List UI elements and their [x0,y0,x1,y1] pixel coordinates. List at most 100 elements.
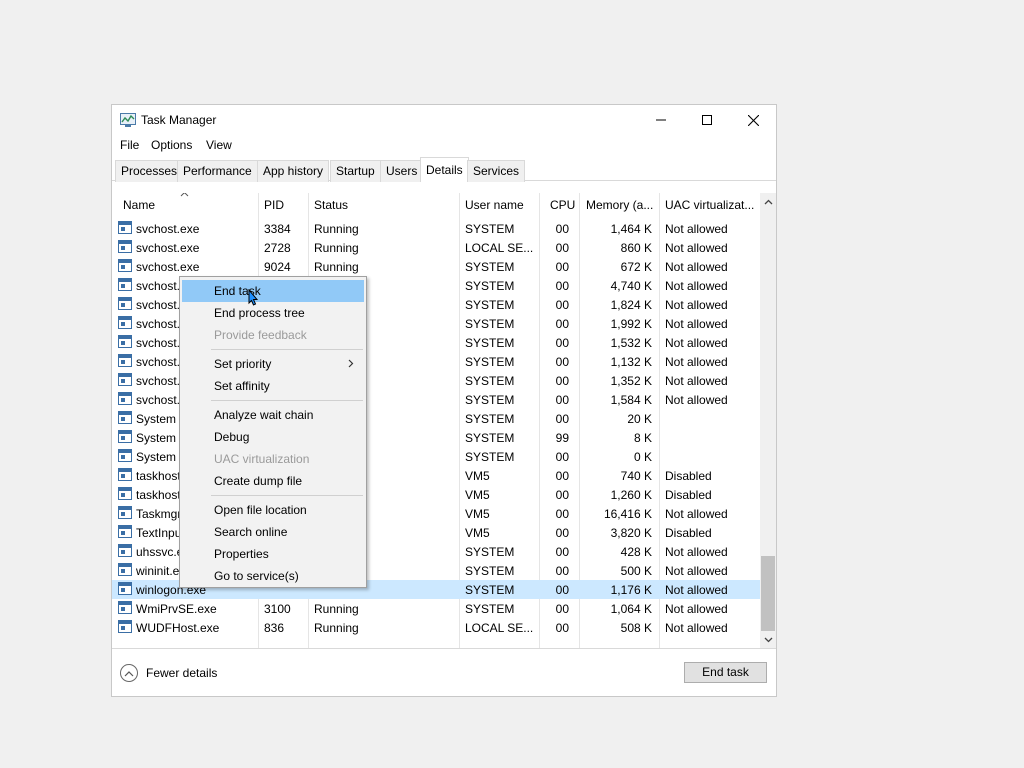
cell-memory: 1,464 K [610,222,652,236]
end-task-button[interactable]: End task [684,662,767,683]
cell-uac: Not allowed [665,317,728,331]
cell-user-name: SYSTEM [465,412,515,426]
scroll-down-button[interactable] [760,631,776,648]
mouse-cursor-icon [248,289,259,306]
ctx-go-to-services[interactable]: Go to service(s) [182,565,364,587]
column-header-memory[interactable]: Memory (a... [586,198,656,212]
cell-user-name: SYSTEM [465,355,515,369]
menu-file[interactable]: File [120,138,139,152]
cell-uac: Not allowed [665,241,728,255]
process-icon [118,335,132,348]
cell-pid: 2728 [264,241,291,255]
cell-memory: 1,824 K [610,298,652,312]
ctx-debug[interactable]: Debug [182,426,364,448]
table-row[interactable]: WmiPrvSE.exe 3100 Running SYSTEM 00 1,064 K No… [112,599,760,618]
cell-cpu: 00 [555,469,569,483]
chevron-up-icon [764,199,772,204]
cell-memory: 1,260 K [610,488,652,502]
ctx-open-file-location[interactable]: Open file location [182,499,364,521]
cell-cpu: 00 [555,450,569,464]
ctx-set-priority[interactable]: Set priority [182,353,364,375]
column-header-cpu[interactable]: CPU [550,198,575,212]
cell-cpu: 00 [555,412,569,426]
table-row[interactable]: svchost.exe 9024 Running SYSTEM 00 672 K Not a… [112,257,760,276]
column-header-pid[interactable]: PID [264,198,284,212]
scroll-up-button[interactable] [760,193,776,210]
cell-memory: 0 K [633,450,652,464]
cell-user-name: SYSTEM [465,431,515,445]
cell-memory: 4,740 K [610,279,652,293]
ctx-end-process-tree[interactable]: End process tree [182,302,364,324]
ctx-provide-feedback: Provide feedback [214,328,307,342]
maximize-button[interactable] [684,105,730,135]
cell-cpu: 00 [555,317,569,331]
cell-cpu: 00 [555,393,569,407]
tab-users[interactable]: Users [380,160,424,182]
menu-view[interactable]: View [206,138,232,152]
process-icon [118,563,132,576]
cell-name: WmiPrvSE.exe [136,602,217,616]
cell-cpu: 00 [555,260,569,274]
cell-user-name: SYSTEM [465,279,515,293]
tab-services[interactable]: Services [467,160,526,182]
tab-startup[interactable]: Startup [330,160,381,182]
cell-memory: 1,132 K [610,355,652,369]
cell-cpu: 00 [555,564,569,578]
menu-options[interactable]: Options [151,138,192,152]
cell-cpu: 00 [555,298,569,312]
cell-uac: Disabled [665,526,712,540]
cell-memory: 1,532 K [610,336,652,350]
tab-details[interactable]: Details [420,157,469,182]
ctx-end-task[interactable]: End task [182,280,364,302]
process-icon [118,544,132,557]
column-header-row: Name PID Status User name CPU Memory (a.… [112,193,760,217]
cell-cpu: 00 [555,374,569,388]
process-icon [118,392,132,405]
cell-memory: 1,176 K [610,583,652,597]
menu-bar: File Options View [112,135,776,155]
table-row[interactable]: svchost.exe 2728 Running LOCAL SE... 00 860 K… [112,238,760,257]
table-row[interactable]: WUDFHost.exe 836 Running LOCAL SE... 00 508 K… [112,618,760,637]
cell-status: Running [314,260,359,274]
cell-uac: Not allowed [665,621,728,635]
cell-uac: Not allowed [665,564,728,578]
tab-app-history[interactable]: App history [257,160,330,182]
cell-user-name: VM5 [465,488,490,502]
process-icon [118,620,132,633]
title-bar[interactable]: Task Manager [112,105,776,135]
cell-cpu: 00 [555,507,569,521]
process-icon [118,468,132,481]
column-header-uac[interactable]: UAC virtualizat... [665,198,757,212]
ctx-create-dump-file[interactable]: Create dump file [182,470,364,492]
cell-pid: 3100 [264,602,291,616]
vertical-scrollbar[interactable] [760,193,776,648]
fewer-details-chevron-icon[interactable] [120,664,138,682]
cell-status: Running [314,241,359,255]
ctx-set-affinity[interactable]: Set affinity [182,375,364,397]
process-icon [118,582,132,595]
cell-cpu: 00 [555,336,569,350]
tab-strip: Processes Performance App history Startu… [112,157,776,182]
cell-uac: Disabled [665,488,712,502]
tab-performance[interactable]: Performance [177,160,258,182]
ctx-analyze-wait-chain[interactable]: Analyze wait chain [182,404,364,426]
minimize-button[interactable] [638,105,684,135]
table-row[interactable]: svchost.exe 3384 Running SYSTEM 00 1,464 K Not… [112,219,760,238]
column-header-status[interactable]: Status [314,198,348,212]
cell-name: WUDFHost.exe [136,621,220,635]
fewer-details-link[interactable]: Fewer details [146,666,217,680]
tab-processes[interactable]: Processes [115,160,184,182]
cell-user-name: SYSTEM [465,450,515,464]
close-button[interactable] [730,105,776,135]
column-header-user-name[interactable]: User name [465,198,524,212]
ctx-search-online[interactable]: Search online [182,521,364,543]
cell-uac: Not allowed [665,393,728,407]
scroll-thumb[interactable] [761,556,775,631]
cell-status: Running [314,222,359,236]
cell-uac: Not allowed [665,260,728,274]
column-header-name[interactable]: Name [123,198,155,212]
chevron-up-icon [124,670,134,676]
process-icon [118,278,132,291]
cell-status: Running [314,602,359,616]
ctx-properties[interactable]: Properties [182,543,364,565]
